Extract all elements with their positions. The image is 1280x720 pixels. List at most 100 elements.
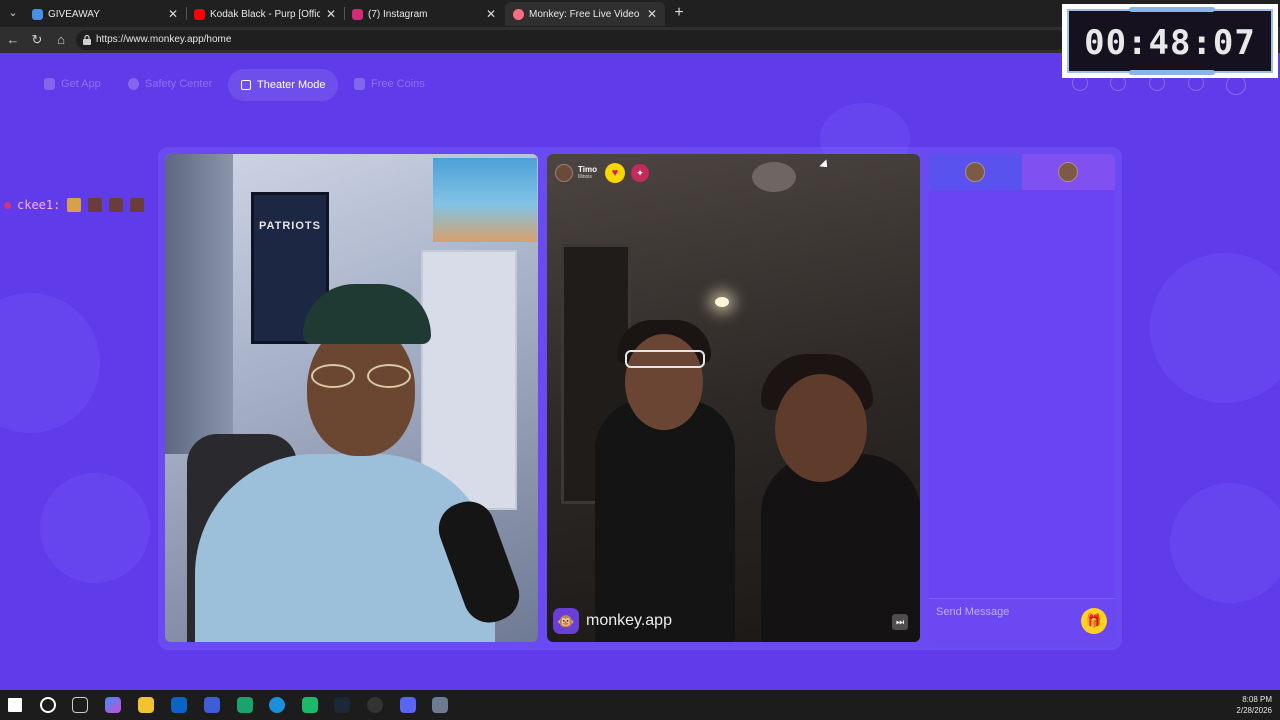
chat-tab-peer[interactable] xyxy=(1022,154,1115,190)
background-blob xyxy=(1170,483,1280,603)
peer-video-feed: Timo Illinois ♥ ✦ 🐵 monkey.app ⏭ xyxy=(547,154,920,642)
background-blob xyxy=(1150,253,1280,403)
ceiling-light xyxy=(752,162,796,192)
tab-title: (7) Instagram xyxy=(368,8,428,20)
stream-chat-message: ckee1: xyxy=(4,196,145,214)
monkey-logo-icon: 🐵 xyxy=(553,608,579,634)
chat-username: ckee1: xyxy=(17,198,61,212)
refresh-icon[interactable]: ↻ xyxy=(29,32,45,48)
address-bar[interactable]: https://www.monkey.app/home xyxy=(76,30,1066,50)
file-explorer-icon[interactable] xyxy=(138,697,154,713)
task-view-icon[interactable] xyxy=(72,697,88,713)
peer-avatar[interactable] xyxy=(555,164,573,182)
peer-location: Illinois xyxy=(578,174,592,180)
tab-actions-menu-icon[interactable]: ⌄ xyxy=(4,4,22,22)
get-app-label: Get App xyxy=(61,78,101,90)
peer-name: Timo xyxy=(578,165,597,174)
safety-center-button[interactable]: Safety Center xyxy=(128,73,212,95)
chat-badge-icon xyxy=(4,201,11,209)
expand-icon xyxy=(241,80,251,90)
gift-button[interactable]: 🎁 xyxy=(1081,608,1107,634)
send-message-placeholder: Send Message xyxy=(936,606,1010,618)
emote-icon xyxy=(130,198,145,212)
peer-person-1-head xyxy=(625,334,703,430)
timer-decoration xyxy=(1129,7,1215,12)
discord-icon[interactable] xyxy=(400,697,416,713)
tab-kodak-black[interactable]: Kodak Black - Purp [Official Audio] ✕ xyxy=(186,2,344,26)
clock-time: 8:08 PM xyxy=(1242,695,1272,704)
theater-mode-label: Theater Mode xyxy=(257,79,326,91)
heart-icon[interactable]: ♥ xyxy=(604,163,625,183)
notepad-icon[interactable] xyxy=(432,697,448,713)
youtube-icon xyxy=(194,8,205,20)
person-glasses xyxy=(307,364,415,388)
chat-tab-self[interactable] xyxy=(929,154,1022,190)
peer-info-tag[interactable]: Timo Illinois ♥ ✦ xyxy=(555,162,649,184)
copilot-icon[interactable] xyxy=(105,697,121,713)
beach-poster xyxy=(433,158,537,242)
home-icon[interactable]: ⌂ xyxy=(53,32,69,48)
skip-next-icon[interactable]: ⏭ xyxy=(892,614,908,630)
url-text: https://www.monkey.app/home xyxy=(96,34,232,45)
emote-icon xyxy=(109,198,124,212)
tab-title: GIVEAWAY xyxy=(48,8,100,20)
peer-person-1-glasses xyxy=(625,350,705,368)
microsoft-store-icon[interactable] xyxy=(204,697,220,713)
windows-start-icon[interactable] xyxy=(8,698,22,712)
emote-icon xyxy=(67,198,82,212)
tab-close-icon[interactable]: ✕ xyxy=(647,7,657,21)
free-coins-label: Free Coins xyxy=(371,78,425,90)
curtain xyxy=(165,154,233,454)
peer-person-2-head xyxy=(775,374,867,482)
new-tab-icon[interactable]: + xyxy=(670,4,688,22)
tab-instagram[interactable]: (7) Instagram ✕ xyxy=(344,2,504,26)
peer-person-1 xyxy=(595,400,735,642)
edge-browser-icon[interactable] xyxy=(269,697,285,713)
emote-icon xyxy=(88,198,103,212)
monkey-app-watermark: 🐵 monkey.app xyxy=(553,608,672,634)
background-blob xyxy=(40,473,150,583)
windows-taskbar: 8:08 PM 2/28/2026 xyxy=(0,690,1280,720)
self-avatar xyxy=(965,162,985,182)
profile-avatar[interactable] xyxy=(1226,75,1246,95)
app-icon[interactable] xyxy=(302,697,318,713)
instagram-icon xyxy=(352,8,363,20)
tab-title: Kodak Black - Purp [Official Audio] xyxy=(210,8,320,20)
tab-close-icon[interactable]: ✕ xyxy=(486,7,496,21)
timer-decoration xyxy=(1129,70,1215,75)
background-blob xyxy=(0,293,100,433)
self-video-feed: PATRIOTS xyxy=(165,154,538,642)
outlook-icon[interactable] xyxy=(171,697,187,713)
obs-icon[interactable] xyxy=(367,697,383,713)
peer-chat-avatar xyxy=(1058,162,1078,182)
search-icon[interactable] xyxy=(40,697,56,713)
system-clock[interactable]: 8:08 PM 2/28/2026 xyxy=(1236,694,1272,716)
gift-icon[interactable]: ✦ xyxy=(630,164,649,182)
shield-icon xyxy=(128,78,139,90)
monkey-page: Get App Safety Center Theater Mode Free … xyxy=(0,53,1280,690)
wall-lamp xyxy=(715,297,729,307)
theater-mode-button[interactable]: Theater Mode xyxy=(228,69,339,101)
tab-close-icon[interactable]: ✕ xyxy=(168,7,178,21)
timer-value: 00:48:07 xyxy=(1084,23,1256,63)
poster-text: PATRIOTS xyxy=(259,220,321,232)
get-app-button[interactable]: Get App xyxy=(44,73,101,95)
chat-panel: Send Message 🎁 xyxy=(929,154,1115,642)
tab-close-icon[interactable]: ✕ xyxy=(326,7,336,21)
monkey-favicon-icon xyxy=(513,8,524,20)
free-coins-button[interactable]: Free Coins xyxy=(354,73,425,95)
lock-icon xyxy=(83,34,91,45)
safety-center-label: Safety Center xyxy=(145,78,213,90)
phone-icon xyxy=(44,78,55,90)
stream-timer-overlay: 00:48:07 xyxy=(1062,4,1278,78)
tab-giveaway[interactable]: GIVEAWAY ✕ xyxy=(24,2,186,26)
tab-favicon-icon xyxy=(32,8,43,20)
steam-icon[interactable] xyxy=(334,697,350,713)
tab-monkey[interactable]: Monkey: Free Live Video Chat ✕ xyxy=(505,2,665,26)
send-message-input[interactable]: Send Message 🎁 xyxy=(929,598,1115,642)
back-arrow-icon[interactable]: ← xyxy=(5,32,21,48)
app-icon[interactable] xyxy=(237,697,253,713)
coins-icon xyxy=(354,78,365,90)
brand-text: monkey.app xyxy=(586,612,672,629)
tab-title: Monkey: Free Live Video Chat xyxy=(529,8,641,20)
